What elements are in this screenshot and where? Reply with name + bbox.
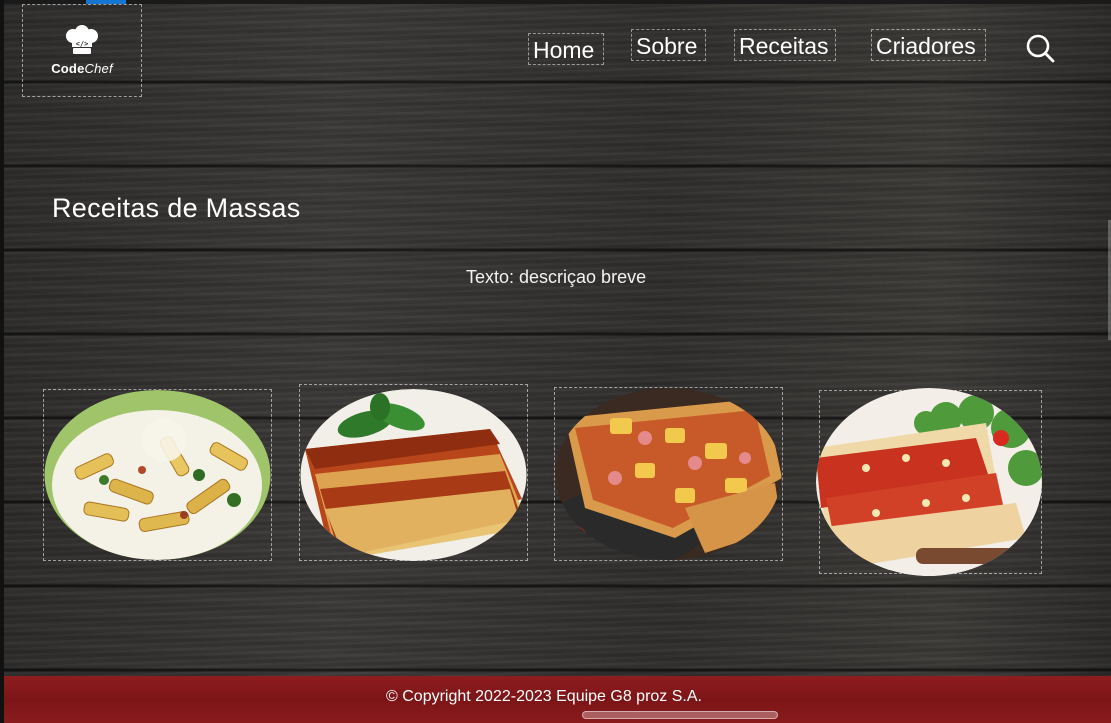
logo-brand-bold: Code <box>51 61 85 76</box>
footer-copyright: © Copyright 2022-2023 Equipe G8 proz S.A… <box>386 688 702 705</box>
nav-sobre-link[interactable]: Sobre <box>631 29 706 61</box>
recipe-card-cannelloni[interactable] <box>816 388 1042 576</box>
cannelloni-dish-image <box>816 388 1042 576</box>
logo-link[interactable]: </> CodeChef <box>22 4 142 97</box>
window-left-border <box>0 0 4 723</box>
nav-receitas-link[interactable]: Receitas <box>734 29 836 61</box>
nav-home-link[interactable]: Home <box>528 33 604 65</box>
penne-dish-image <box>44 390 271 560</box>
pizza-dish-image <box>555 388 782 560</box>
footer: © Copyright 2022-2023 Equipe G8 proz S.A… <box>4 676 1111 723</box>
chef-hat-icon: </> <box>66 25 98 54</box>
recipe-card-pizza[interactable] <box>554 387 783 561</box>
recipe-card-penne[interactable] <box>43 389 272 561</box>
window-top-border <box>0 0 1111 4</box>
logo-code-tag: </> <box>76 40 89 48</box>
search-icon[interactable] <box>1025 33 1055 63</box>
page-description: Texto: descriçao breve <box>466 267 647 287</box>
lasagna-dish-image <box>300 389 527 561</box>
horizontal-scrollbar[interactable] <box>582 711 778 719</box>
logo-wordmark: CodeChef <box>51 61 113 76</box>
logo-brand-italic: Chef <box>84 61 113 76</box>
recipe-card-lasagna[interactable] <box>299 384 528 561</box>
nav-criadores-link[interactable]: Criadores <box>871 29 986 61</box>
page-title: Receitas de Massas <box>52 193 301 223</box>
